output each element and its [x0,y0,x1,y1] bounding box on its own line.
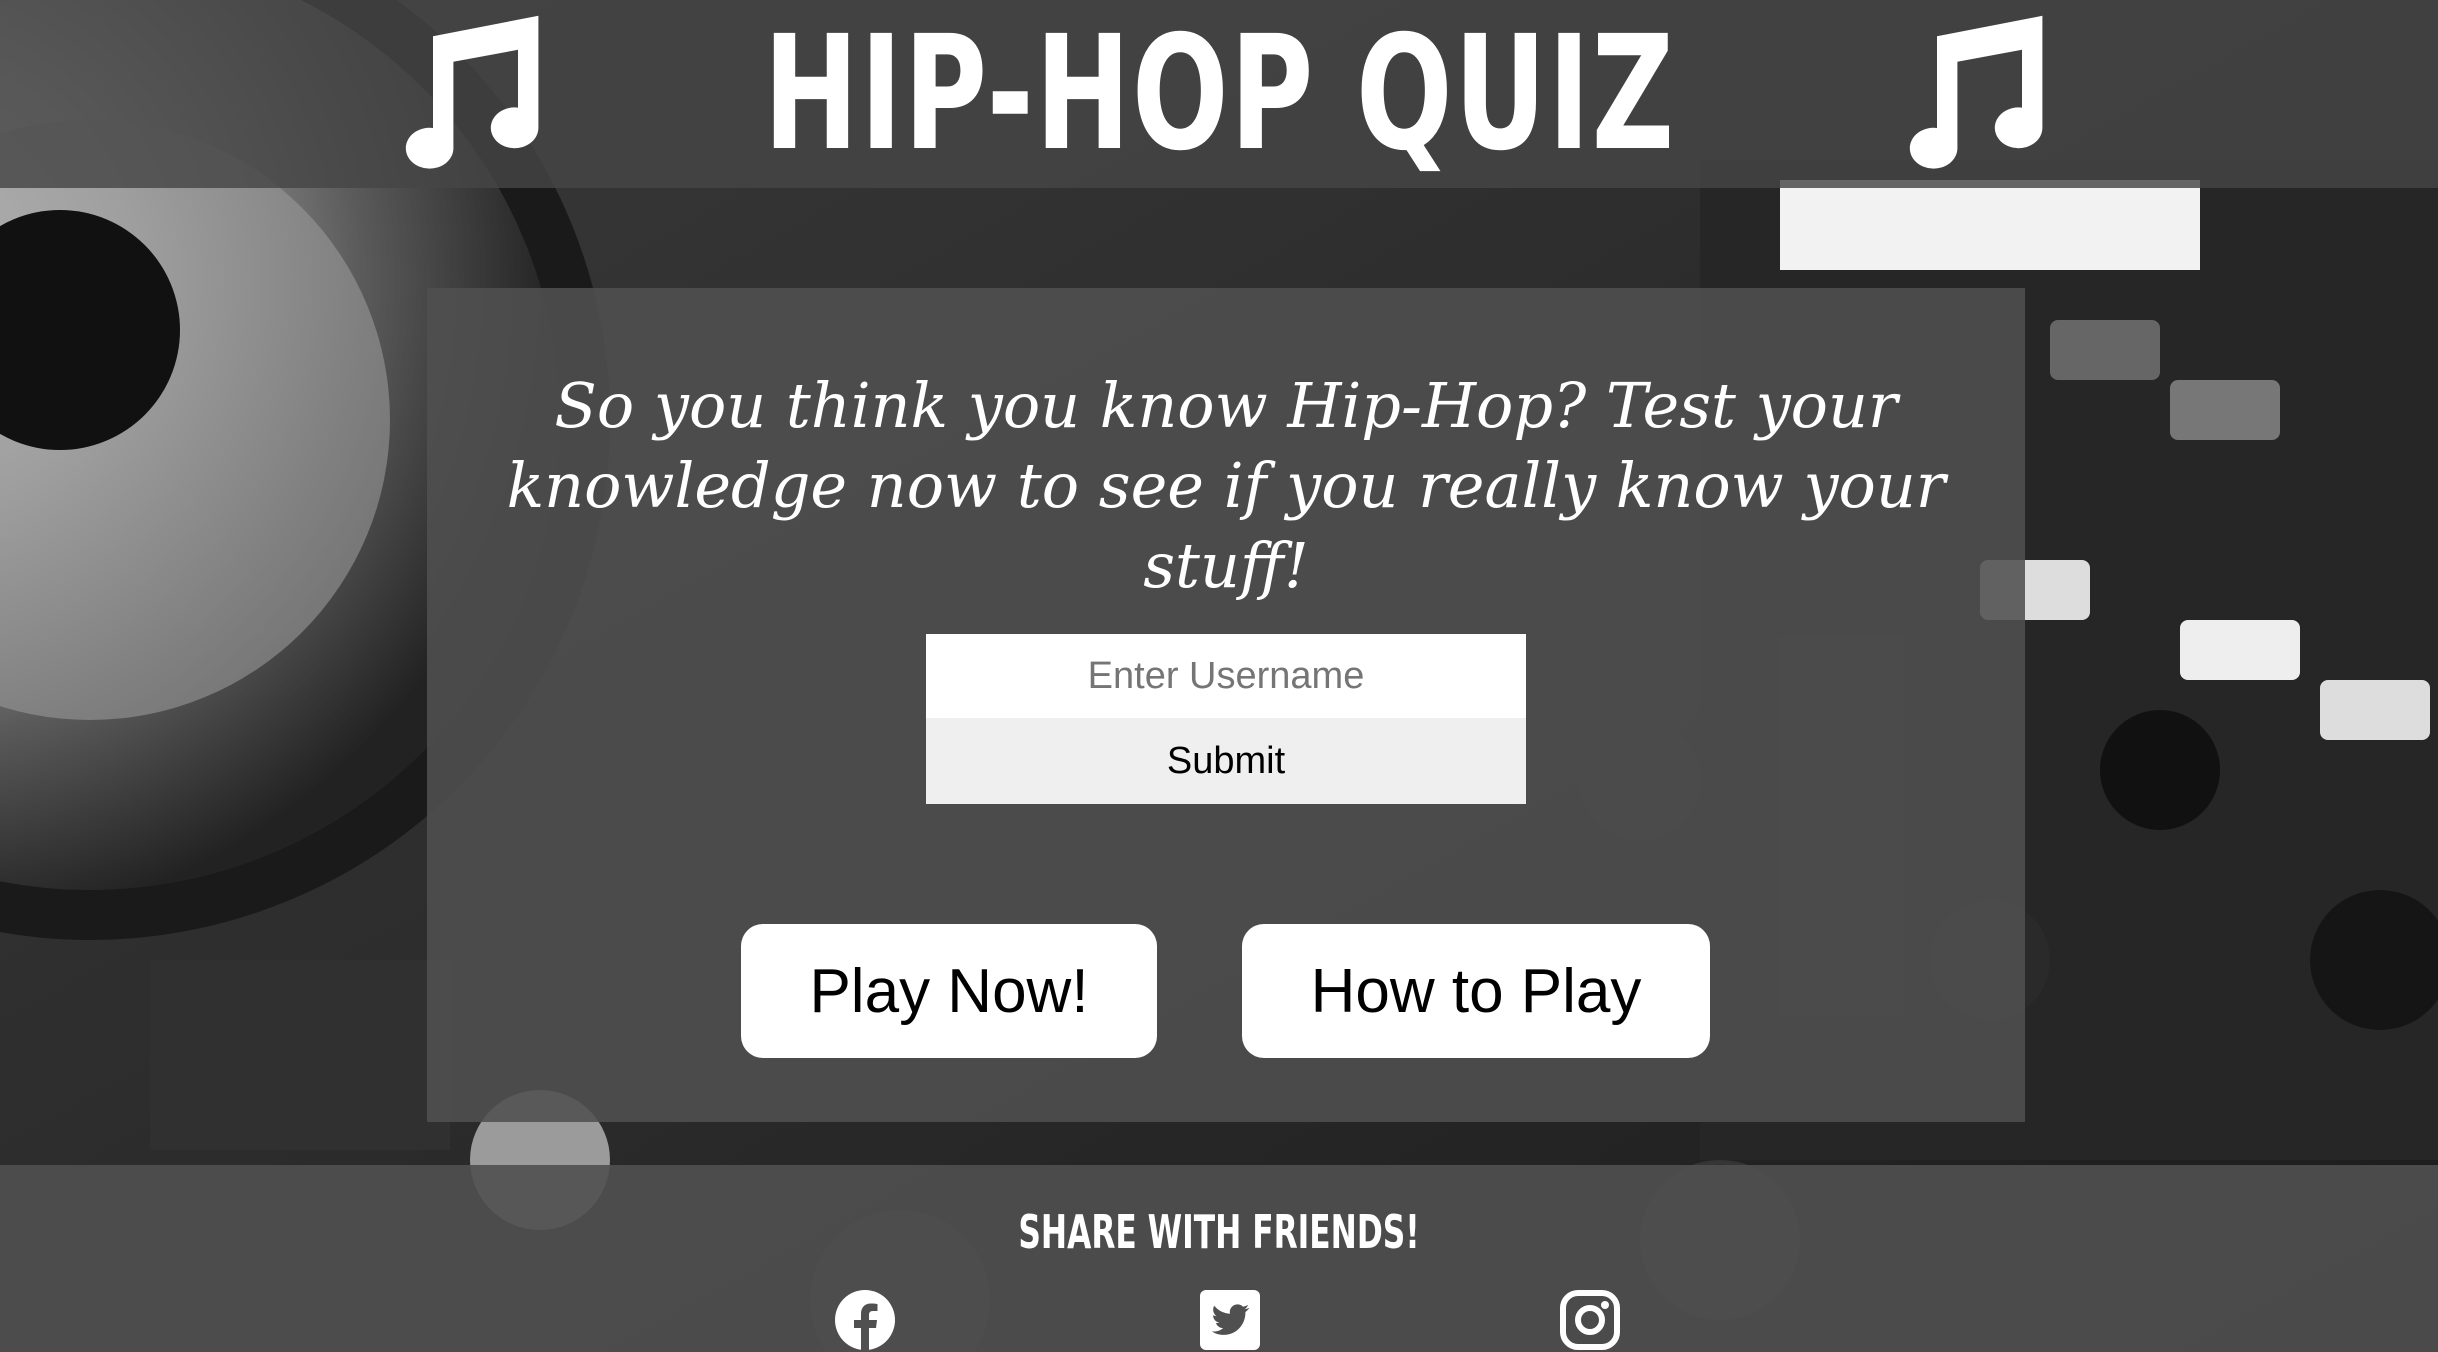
instagram-link[interactable] [1558,1288,1622,1352]
submit-button[interactable]: Submit [926,718,1526,804]
page-title: HIP-HOP QUIZ [762,2,1676,186]
header: HIP-HOP QUIZ [0,0,2438,188]
facebook-link[interactable] [833,1288,897,1352]
twitter-icon [1200,1290,1260,1350]
twitter-link[interactable] [1198,1288,1262,1352]
quiz-intro-card: So you think you know Hip-Hop? Test your… [427,288,2025,1122]
play-now-button[interactable]: Play Now! [741,924,1157,1058]
username-form: Submit [926,634,1526,804]
how-to-play-button[interactable]: How to Play [1242,924,1710,1058]
intro-text: So you think you know Hip-Hop? Test your… [506,369,1946,602]
music-note-icon [1910,15,2043,169]
instagram-icon [1560,1290,1620,1350]
username-input[interactable] [926,634,1526,718]
share-title: SHARE WITH FRIENDS! [0,1207,2438,1257]
facebook-icon [835,1290,895,1352]
share-title-text: SHARE WITH FRIENDS! [1018,1205,1420,1259]
page: HIP-HOP QUIZ So you think you know Hip-H… [0,0,2438,1352]
music-note-icon [405,15,538,169]
